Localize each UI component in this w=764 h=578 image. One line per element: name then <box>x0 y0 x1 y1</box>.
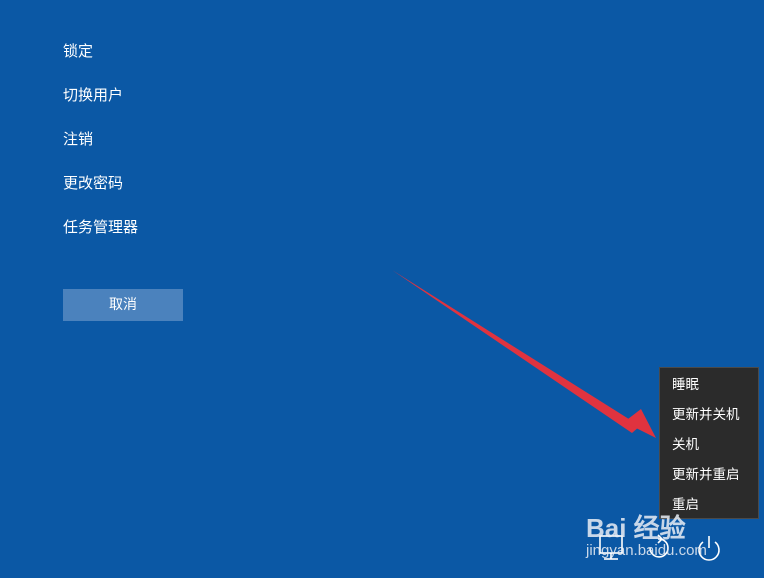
sleep-menu-item[interactable]: 睡眠 <box>660 370 758 400</box>
restart-menu-item[interactable]: 重启 <box>660 490 758 520</box>
lock-option[interactable]: 锁定 <box>63 40 138 62</box>
security-options-list: 锁定 切换用户 注销 更改密码 任务管理器 <box>63 40 138 260</box>
accessibility-icon[interactable] <box>641 528 681 568</box>
update-and-shutdown-menu-item[interactable]: 更新并关机 <box>660 400 758 430</box>
update-and-restart-menu-item[interactable]: 更新并重启 <box>660 460 758 490</box>
task-manager-option[interactable]: 任务管理器 <box>63 216 138 238</box>
cancel-button[interactable]: 取消 <box>63 289 183 321</box>
sign-out-option[interactable]: 注销 <box>63 128 138 150</box>
power-icon[interactable] <box>692 528 732 568</box>
shutdown-menu-item[interactable]: 关机 <box>660 430 758 460</box>
change-password-option[interactable]: 更改密码 <box>63 172 138 194</box>
network-icon[interactable] <box>594 528 634 568</box>
ctrl-alt-del-screen: 锁定 切换用户 注销 更改密码 任务管理器 取消 睡眠 更新并关机 关机 更新并… <box>0 0 764 578</box>
switch-user-option[interactable]: 切换用户 <box>63 84 138 106</box>
power-options-menu: 睡眠 更新并关机 关机 更新并重启 重启 <box>659 367 759 519</box>
